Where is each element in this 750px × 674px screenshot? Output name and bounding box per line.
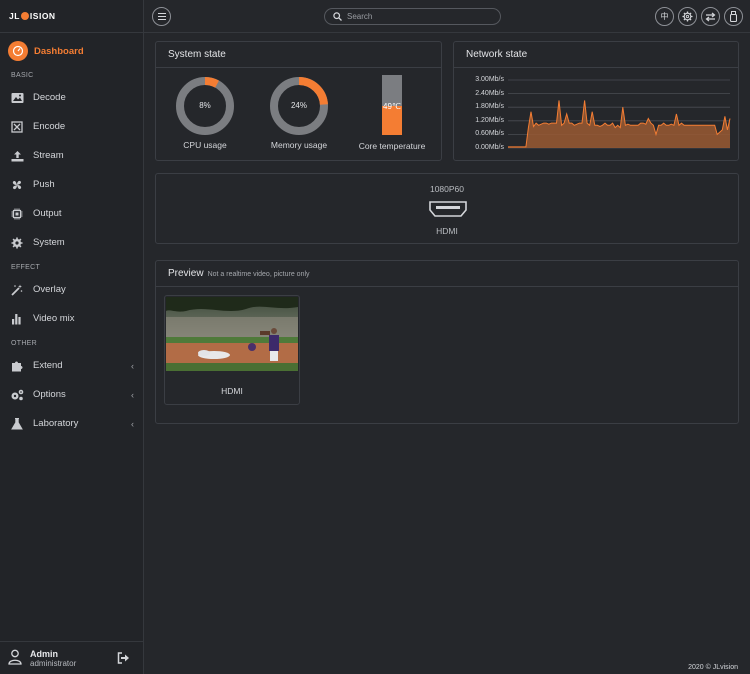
bar-chart-icon	[8, 310, 26, 328]
network-chart	[508, 79, 731, 149]
flask-icon	[8, 415, 26, 433]
search-box	[324, 8, 501, 25]
swap-arrows-icon	[705, 12, 716, 21]
sidebar-item-stream[interactable]: Stream	[0, 141, 143, 170]
usb-drive-icon	[730, 11, 737, 22]
user-role: administrator	[30, 658, 77, 668]
fan-icon	[8, 176, 26, 194]
sidebar-item-laboratory[interactable]: Laboratory ‹	[0, 409, 143, 438]
image-icon	[8, 89, 26, 107]
preview-source-label: HDMI	[221, 386, 243, 396]
upload-icon	[8, 147, 26, 165]
sidebar-item-label: System	[33, 237, 65, 248]
sidebar-item-dashboard[interactable]: Dashboard	[0, 35, 143, 67]
sidebar-item-label: Extend	[33, 360, 63, 371]
output-resolution: 1080P60	[429, 184, 465, 194]
memory-value: 24%	[290, 101, 307, 110]
chevron-left-icon: ‹	[131, 360, 134, 371]
sidebar-item-label: Dashboard	[34, 45, 84, 57]
brand-logo[interactable]: JL ISION	[0, 0, 143, 33]
card-title: Preview Not a realtime video, picture on…	[156, 261, 738, 287]
output-card[interactable]: 1080P60 HDMI	[155, 173, 739, 244]
dashboard-icon	[8, 41, 28, 61]
sidebar: JL ISION Dashboard BASIC Decode Encode St…	[0, 0, 144, 674]
sidebar-item-output[interactable]: Output	[0, 199, 143, 228]
sidebar-item-label: Options	[33, 389, 66, 400]
sidebar-item-encode[interactable]: Encode	[0, 112, 143, 141]
gear-icon	[8, 234, 26, 252]
sidebar-item-overlay[interactable]: Overlay	[0, 275, 143, 304]
system-state-card: System state 8% CPU usage 24% Memory usa…	[155, 41, 442, 161]
section-basic: BASIC	[11, 71, 34, 79]
language-button[interactable]: 中	[655, 7, 674, 26]
logo-dot-icon	[20, 12, 29, 20]
section-other: OTHER	[11, 339, 37, 347]
switch-button[interactable]	[701, 7, 720, 26]
gear-icon	[682, 11, 693, 22]
sidebar-item-label: Push	[33, 179, 55, 190]
user-icon	[8, 649, 22, 667]
cpu-value: 8%	[199, 101, 211, 110]
chevron-left-icon: ‹	[131, 389, 134, 400]
user-panel: Admin administrator	[0, 641, 144, 674]
sidebar-item-label: Decode	[33, 92, 66, 103]
sidebar-item-decode[interactable]: Decode	[0, 83, 143, 112]
puzzle-icon	[8, 357, 26, 375]
sidebar-item-label: Overlay	[33, 284, 66, 295]
cpu-label: CPU usage	[183, 140, 227, 150]
cpu-gauge: 8% CPU usage	[175, 76, 235, 150]
card-title: System state	[156, 42, 441, 68]
sidebar-item-options[interactable]: Options ‹	[0, 380, 143, 409]
menu-toggle-button[interactable]	[152, 7, 171, 26]
top-bar: 中	[144, 0, 750, 33]
sidebar-item-system[interactable]: System	[0, 228, 143, 257]
logout-icon[interactable]	[117, 652, 130, 666]
encode-icon	[8, 118, 26, 136]
chevron-left-icon: ‹	[131, 418, 134, 429]
preview-title: Preview	[168, 268, 204, 279]
sidebar-item-label: Encode	[33, 121, 66, 132]
temperature-bar: 49℃	[382, 75, 402, 135]
memory-gauge: 24% Memory usage	[269, 76, 329, 150]
section-effect: EFFECT	[11, 263, 41, 271]
user-name: Admin	[30, 648, 58, 659]
cogs-icon	[8, 386, 26, 404]
search-input[interactable]	[347, 12, 487, 21]
preview-image	[166, 297, 298, 371]
hdmi-port-icon	[429, 201, 467, 217]
network-state-card: Network state 3.00Mb/s 2.40Mb/s 1.80Mb/s 1.…	[453, 41, 739, 161]
sidebar-item-label: Stream	[33, 150, 64, 161]
sidebar-item-extend[interactable]: Extend ‹	[0, 351, 143, 380]
settings-button[interactable]	[678, 7, 697, 26]
sidebar-item-label: Output	[33, 208, 62, 219]
temperature-label: Core temperature	[358, 141, 426, 151]
sidebar-item-push[interactable]: Push	[0, 170, 143, 199]
temperature-value: 49℃	[383, 102, 401, 111]
usb-button[interactable]	[724, 7, 743, 26]
search-icon	[333, 12, 342, 21]
footer-copyright: 2020 © JLvision	[688, 664, 738, 671]
preview-card: Preview Not a realtime video, picture on…	[155, 260, 739, 424]
sidebar-item-video-mix[interactable]: Video mix	[0, 304, 143, 333]
output-port-label: HDMI	[436, 226, 458, 236]
chip-icon	[8, 205, 26, 223]
preview-subtitle: Not a realtime video, picture only	[207, 271, 310, 278]
sidebar-item-label: Laboratory	[33, 418, 79, 429]
sidebar-item-label: Video mix	[33, 313, 75, 324]
preview-thumbnail[interactable]: HDMI	[164, 295, 300, 405]
magic-wand-icon	[8, 281, 26, 299]
memory-label: Memory usage	[270, 140, 328, 150]
